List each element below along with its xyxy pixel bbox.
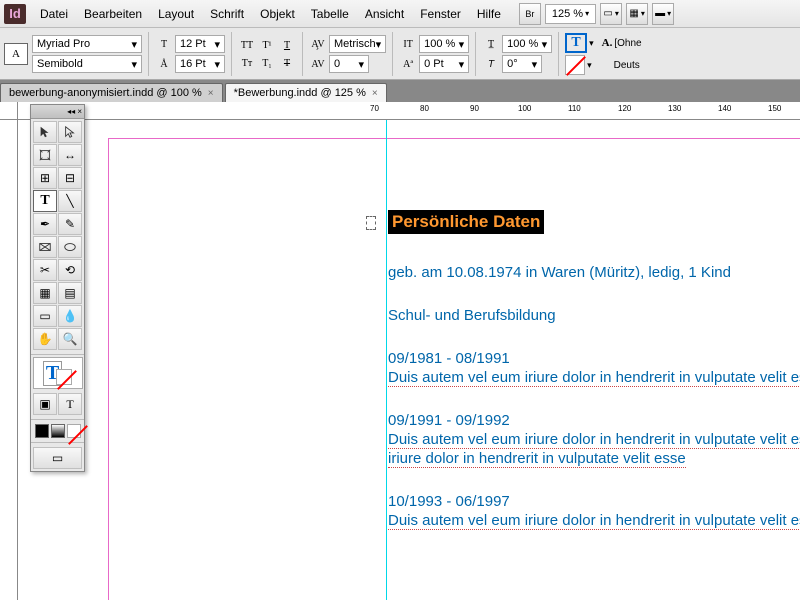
eyedropper-tool[interactable]: 💧 (58, 305, 82, 327)
scissors-tool[interactable]: ✂ (33, 259, 57, 281)
menu-bearbeiten[interactable]: Bearbeiten (76, 3, 150, 25)
control-panel: A Myriad Pro▾ Semibold▾ T12 Pt▾ Å16 Pt▾ … (0, 28, 800, 80)
screen-mode-button[interactable]: ▭ (600, 3, 622, 25)
gap-tool[interactable]: ↔ (58, 144, 82, 166)
body-text[interactable]: 09/1991 - 09/1992 (388, 412, 800, 429)
language-label: Deuts (614, 60, 640, 71)
body-text[interactable]: 10/1993 - 06/1997 (388, 493, 800, 510)
body-text[interactable]: Schul- und Berufsbildung (388, 307, 800, 324)
body-text[interactable]: 09/1981 - 08/1991 (388, 350, 800, 367)
tools-palette[interactable]: ◂◂ × ↔ ⊞ ⊟ T ╲ ✒ ✎ ✂ ⟲ ▦ ▤ ▭ 💧 ✋ 🔍 T (30, 104, 85, 472)
arrange-button[interactable]: ▦ (626, 3, 648, 25)
hscale-dropdown[interactable]: 100 %▾ (502, 35, 552, 53)
strikethrough-icon[interactable]: T (278, 55, 296, 71)
note-tool[interactable]: ▭ (33, 305, 57, 327)
formatting-container[interactable]: ▣ (33, 393, 57, 415)
horizontal-ruler[interactable]: 70 80 90 100 110 120 130 140 150 (18, 102, 800, 120)
view-mode-button[interactable]: ▭ (33, 447, 82, 469)
menu-schrift[interactable]: Schrift (202, 3, 252, 25)
fill-stroke-proxy[interactable]: T (33, 357, 83, 389)
content-collector-tool[interactable]: ⊞ (33, 167, 57, 189)
pen-tool[interactable]: ✒ (33, 213, 57, 235)
leading-icon: Å (155, 56, 173, 72)
font-size-dropdown[interactable]: 12 Pt▾ (175, 35, 225, 53)
menu-layout[interactable]: Layout (150, 3, 202, 25)
baseline-icon: Aª (399, 56, 417, 72)
ellipse-tool[interactable] (58, 236, 82, 258)
bridge-button[interactable]: Br (519, 3, 541, 25)
menubar: Id Datei Bearbeiten Layout Schrift Objek… (0, 0, 800, 28)
skew-icon: T (482, 56, 500, 72)
baseline-dropdown[interactable]: 0 Pt▾ (419, 55, 469, 73)
hscale-icon: T̲ (482, 36, 500, 52)
color-apply-row[interactable] (31, 422, 84, 440)
superscript-icon[interactable]: T¹ (258, 37, 276, 53)
body-text[interactable]: Duis autem vel eum iriure dolor in hendr… (388, 512, 800, 529)
tracking-icon: AV (309, 56, 327, 72)
vertical-ruler[interactable] (0, 120, 18, 600)
body-text[interactable]: Duis autem vel eum iriure dolor in hendr… (388, 431, 800, 448)
fill-color-icon[interactable]: T (565, 33, 587, 53)
close-icon[interactable]: × (372, 88, 378, 99)
vscale-dropdown[interactable]: 100 %▾ (419, 35, 469, 53)
page-tool[interactable] (33, 144, 57, 166)
menu-hilfe[interactable]: Hilfe (469, 3, 509, 25)
workspace: 70 80 90 100 110 120 130 140 150 Persönl… (0, 102, 800, 600)
skew-dropdown[interactable]: 0°▾ (502, 55, 542, 73)
menu-objekt[interactable]: Objekt (252, 3, 303, 25)
underline-icon[interactable]: T (278, 37, 296, 53)
rectangle-frame-tool[interactable] (33, 236, 57, 258)
char-mode-button[interactable]: A (4, 43, 28, 65)
tab-doc-1[interactable]: bewerbung-anonymisiert.indd @ 100 %× (0, 83, 223, 102)
close-icon[interactable]: × (208, 88, 214, 99)
smallcaps-icon[interactable]: Tᴛ (238, 55, 256, 71)
body-text[interactable]: iriure dolor in hendrerit in vulputate v… (388, 450, 800, 467)
zoom-tool[interactable]: 🔍 (58, 328, 82, 350)
palette-header[interactable]: ◂◂ × (31, 105, 84, 119)
body-text[interactable]: Duis autem vel eum iriure dolor in hendr… (388, 369, 800, 386)
canvas[interactable]: Persönliche Daten geb. am 10.08.1974 in … (18, 120, 800, 600)
document-tabs: bewerbung-anonymisiert.indd @ 100 %× *Be… (0, 80, 800, 102)
subscript-icon[interactable]: T₁ (258, 55, 276, 71)
gradient-feather-tool[interactable]: ▤ (58, 282, 82, 304)
type-tool[interactable]: T (33, 190, 57, 212)
gradient-swatch-tool[interactable]: ▦ (33, 282, 57, 304)
font-family-dropdown[interactable]: Myriad Pro▾ (32, 35, 142, 53)
zoom-level[interactable]: 125 % (545, 4, 596, 24)
font-weight-dropdown[interactable]: Semibold▾ (32, 55, 142, 73)
selection-tool[interactable] (33, 121, 57, 143)
vscale-icon: IT (399, 36, 417, 52)
selected-heading[interactable]: Persönliche Daten (388, 210, 544, 234)
transform-tool[interactable]: ⟲ (58, 259, 82, 281)
kerning-dropdown[interactable]: Metrisch▾ (329, 35, 386, 53)
body-text[interactable]: geb. am 10.08.1974 in Waren (Müritz), le… (388, 264, 800, 281)
char-style-label: [Ohne (614, 38, 641, 49)
stroke-none-icon[interactable] (565, 55, 585, 75)
tab-doc-2[interactable]: *Bewerbung.indd @ 125 %× (225, 83, 387, 102)
vertical-guide[interactable] (386, 120, 387, 600)
font-size-icon: T (155, 36, 173, 52)
pencil-tool[interactable]: ✎ (58, 213, 82, 235)
indesign-logo: Id (4, 4, 26, 24)
leading-dropdown[interactable]: 16 Pt▾ (175, 55, 225, 73)
line-tool[interactable]: ╲ (58, 190, 82, 212)
menu-tabelle[interactable]: Tabelle (303, 3, 357, 25)
menu-ansicht[interactable]: Ansicht (357, 3, 412, 25)
ruler-origin[interactable] (0, 102, 18, 120)
allcaps-icon[interactable]: TT (238, 37, 256, 53)
workspace-button[interactable]: ▬ (652, 3, 674, 25)
hand-tool[interactable]: ✋ (33, 328, 57, 350)
direct-selection-tool[interactable] (58, 121, 82, 143)
menu-fenster[interactable]: Fenster (412, 3, 469, 25)
document-content[interactable]: Persönliche Daten geb. am 10.08.1974 in … (388, 210, 800, 529)
menu-datei[interactable]: Datei (32, 3, 76, 25)
kerning-icon: A̧V (309, 36, 327, 52)
tracking-dropdown[interactable]: 0▾ (329, 55, 369, 73)
text-cursor (366, 216, 376, 230)
formatting-text[interactable]: T (58, 393, 82, 415)
content-placer-tool[interactable]: ⊟ (58, 167, 82, 189)
